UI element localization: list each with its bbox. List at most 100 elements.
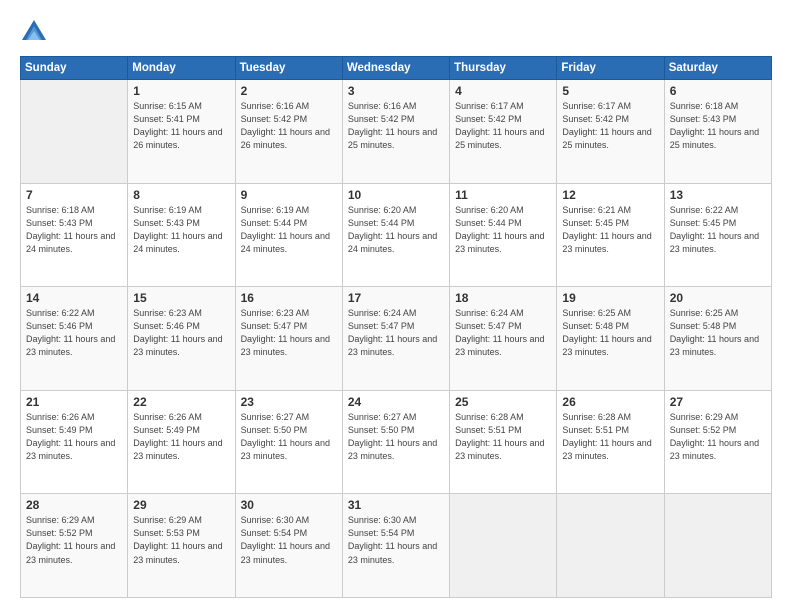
day-info: Sunrise: 6:20 AM Sunset: 5:44 PM Dayligh… (348, 204, 444, 256)
calendar-cell: 10 Sunrise: 6:20 AM Sunset: 5:44 PM Dayli… (342, 183, 449, 287)
day-number: 11 (455, 188, 551, 202)
calendar-cell: 31 Sunrise: 6:30 AM Sunset: 5:54 PM Dayli… (342, 494, 449, 598)
day-number: 16 (241, 291, 337, 305)
day-number: 23 (241, 395, 337, 409)
day-info: Sunrise: 6:26 AM Sunset: 5:49 PM Dayligh… (133, 411, 229, 463)
day-number: 22 (133, 395, 229, 409)
day-number: 19 (562, 291, 658, 305)
week-row-4: 21 Sunrise: 6:26 AM Sunset: 5:49 PM Dayli… (21, 390, 772, 494)
calendar-cell: 29 Sunrise: 6:29 AM Sunset: 5:53 PM Dayli… (128, 494, 235, 598)
day-number: 17 (348, 291, 444, 305)
calendar-cell: 30 Sunrise: 6:30 AM Sunset: 5:54 PM Dayli… (235, 494, 342, 598)
day-info: Sunrise: 6:19 AM Sunset: 5:43 PM Dayligh… (133, 204, 229, 256)
day-info: Sunrise: 6:16 AM Sunset: 5:42 PM Dayligh… (241, 100, 337, 152)
day-info: Sunrise: 6:21 AM Sunset: 5:45 PM Dayligh… (562, 204, 658, 256)
calendar-cell: 18 Sunrise: 6:24 AM Sunset: 5:47 PM Dayli… (450, 287, 557, 391)
day-number: 4 (455, 84, 551, 98)
day-number: 7 (26, 188, 122, 202)
day-info: Sunrise: 6:25 AM Sunset: 5:48 PM Dayligh… (562, 307, 658, 359)
day-number: 15 (133, 291, 229, 305)
day-number: 24 (348, 395, 444, 409)
day-info: Sunrise: 6:25 AM Sunset: 5:48 PM Dayligh… (670, 307, 766, 359)
day-number: 26 (562, 395, 658, 409)
calendar-cell: 24 Sunrise: 6:27 AM Sunset: 5:50 PM Dayli… (342, 390, 449, 494)
day-info: Sunrise: 6:19 AM Sunset: 5:44 PM Dayligh… (241, 204, 337, 256)
day-number: 27 (670, 395, 766, 409)
day-info: Sunrise: 6:18 AM Sunset: 5:43 PM Dayligh… (26, 204, 122, 256)
calendar-cell (450, 494, 557, 598)
week-row-3: 14Sunrise: 6:22 AM Sunset: 5:46 PM Dayli… (21, 287, 772, 391)
day-info: Sunrise: 6:29 AM Sunset: 5:53 PM Dayligh… (133, 514, 229, 566)
day-info: Sunrise: 6:30 AM Sunset: 5:54 PM Dayligh… (348, 514, 444, 566)
day-number: 30 (241, 498, 337, 512)
day-info: Sunrise: 6:30 AM Sunset: 5:54 PM Dayligh… (241, 514, 337, 566)
logo-icon (20, 18, 48, 46)
weekday-header-friday: Friday (557, 57, 664, 80)
weekday-header-saturday: Saturday (664, 57, 771, 80)
day-info: Sunrise: 6:28 AM Sunset: 5:51 PM Dayligh… (455, 411, 551, 463)
day-info: Sunrise: 6:15 AM Sunset: 5:41 PM Dayligh… (133, 100, 229, 152)
day-info: Sunrise: 6:18 AM Sunset: 5:43 PM Dayligh… (670, 100, 766, 152)
calendar-cell (664, 494, 771, 598)
week-row-2: 7 Sunrise: 6:18 AM Sunset: 5:43 PM Daylig… (21, 183, 772, 287)
week-row-5: 28 Sunrise: 6:29 AM Sunset: 5:52 PM Dayli… (21, 494, 772, 598)
day-info: Sunrise: 6:23 AM Sunset: 5:47 PM Dayligh… (241, 307, 337, 359)
header (20, 18, 772, 46)
day-number: 18 (455, 291, 551, 305)
weekday-header-thursday: Thursday (450, 57, 557, 80)
day-info: Sunrise: 6:27 AM Sunset: 5:50 PM Dayligh… (348, 411, 444, 463)
header-row: SundayMondayTuesdayWednesdayThursdayFrid… (21, 57, 772, 80)
day-number: 6 (670, 84, 766, 98)
calendar-cell: 25 Sunrise: 6:28 AM Sunset: 5:51 PM Dayli… (450, 390, 557, 494)
day-info: Sunrise: 6:29 AM Sunset: 5:52 PM Dayligh… (670, 411, 766, 463)
day-number: 14 (26, 291, 122, 305)
day-number: 25 (455, 395, 551, 409)
day-info: Sunrise: 6:24 AM Sunset: 5:47 PM Dayligh… (455, 307, 551, 359)
day-number: 12 (562, 188, 658, 202)
day-info: Sunrise: 6:28 AM Sunset: 5:51 PM Dayligh… (562, 411, 658, 463)
weekday-header-monday: Monday (128, 57, 235, 80)
day-number: 2 (241, 84, 337, 98)
calendar-cell: 6 Sunrise: 6:18 AM Sunset: 5:43 PM Daylig… (664, 80, 771, 184)
day-info: Sunrise: 6:17 AM Sunset: 5:42 PM Dayligh… (455, 100, 551, 152)
day-info: Sunrise: 6:20 AM Sunset: 5:44 PM Dayligh… (455, 204, 551, 256)
calendar-cell: 14Sunrise: 6:22 AM Sunset: 5:46 PM Dayli… (21, 287, 128, 391)
day-info: Sunrise: 6:27 AM Sunset: 5:50 PM Dayligh… (241, 411, 337, 463)
calendar-cell: 21 Sunrise: 6:26 AM Sunset: 5:49 PM Dayli… (21, 390, 128, 494)
calendar-cell: 16 Sunrise: 6:23 AM Sunset: 5:47 PM Dayli… (235, 287, 342, 391)
day-info: Sunrise: 6:22 AM Sunset: 5:45 PM Dayligh… (670, 204, 766, 256)
calendar-cell: 28 Sunrise: 6:29 AM Sunset: 5:52 PM Dayli… (21, 494, 128, 598)
calendar-cell: 11 Sunrise: 6:20 AM Sunset: 5:44 PM Dayli… (450, 183, 557, 287)
weekday-header-sunday: Sunday (21, 57, 128, 80)
calendar-cell: 22 Sunrise: 6:26 AM Sunset: 5:49 PM Dayli… (128, 390, 235, 494)
day-info: Sunrise: 6:16 AM Sunset: 5:42 PM Dayligh… (348, 100, 444, 152)
calendar-cell: 12 Sunrise: 6:21 AM Sunset: 5:45 PM Dayli… (557, 183, 664, 287)
day-info: Sunrise: 6:23 AM Sunset: 5:46 PM Dayligh… (133, 307, 229, 359)
day-number: 13 (670, 188, 766, 202)
logo (20, 18, 52, 46)
day-number: 5 (562, 84, 658, 98)
calendar-cell: 23 Sunrise: 6:27 AM Sunset: 5:50 PM Dayli… (235, 390, 342, 494)
calendar-cell: 8Sunrise: 6:19 AM Sunset: 5:43 PM Daylig… (128, 183, 235, 287)
calendar-cell: 17 Sunrise: 6:24 AM Sunset: 5:47 PM Dayli… (342, 287, 449, 391)
calendar-cell: 1Sunrise: 6:15 AM Sunset: 5:41 PM Daylig… (128, 80, 235, 184)
day-info: Sunrise: 6:26 AM Sunset: 5:49 PM Dayligh… (26, 411, 122, 463)
calendar-cell: 9 Sunrise: 6:19 AM Sunset: 5:44 PM Daylig… (235, 183, 342, 287)
day-info: Sunrise: 6:17 AM Sunset: 5:42 PM Dayligh… (562, 100, 658, 152)
day-info: Sunrise: 6:29 AM Sunset: 5:52 PM Dayligh… (26, 514, 122, 566)
day-number: 29 (133, 498, 229, 512)
calendar-cell: 26 Sunrise: 6:28 AM Sunset: 5:51 PM Dayli… (557, 390, 664, 494)
calendar-cell: 27 Sunrise: 6:29 AM Sunset: 5:52 PM Dayli… (664, 390, 771, 494)
calendar-cell: 5 Sunrise: 6:17 AM Sunset: 5:42 PM Daylig… (557, 80, 664, 184)
calendar-cell: 3Sunrise: 6:16 AM Sunset: 5:42 PM Daylig… (342, 80, 449, 184)
day-info: Sunrise: 6:24 AM Sunset: 5:47 PM Dayligh… (348, 307, 444, 359)
day-number: 21 (26, 395, 122, 409)
day-number: 28 (26, 498, 122, 512)
day-number: 9 (241, 188, 337, 202)
weekday-header-wednesday: Wednesday (342, 57, 449, 80)
calendar-cell (21, 80, 128, 184)
day-number: 31 (348, 498, 444, 512)
calendar-cell: 2 Sunrise: 6:16 AM Sunset: 5:42 PM Daylig… (235, 80, 342, 184)
day-number: 10 (348, 188, 444, 202)
calendar-cell: 19 Sunrise: 6:25 AM Sunset: 5:48 PM Dayli… (557, 287, 664, 391)
